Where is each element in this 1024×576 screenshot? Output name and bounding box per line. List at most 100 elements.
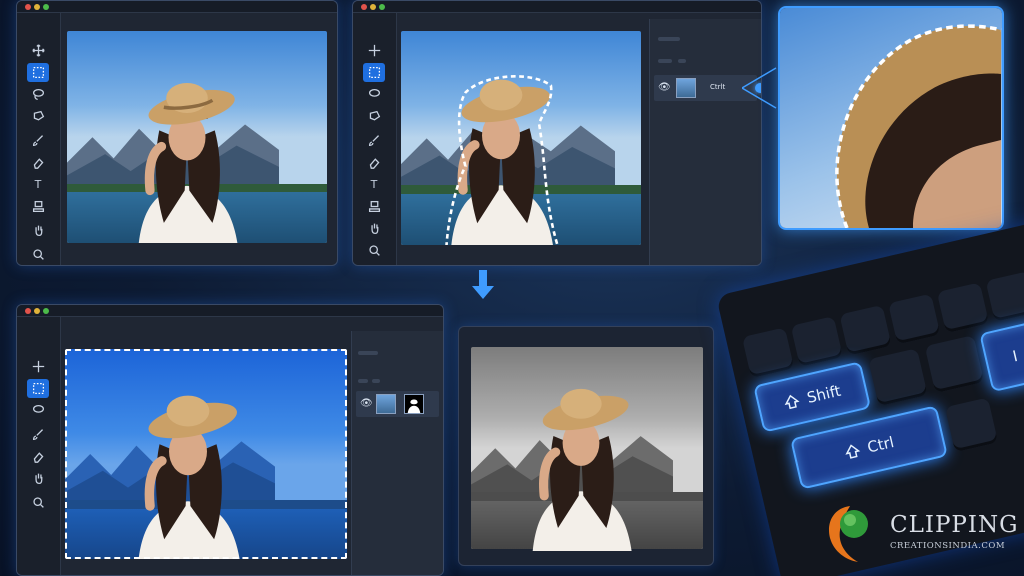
panel-tab[interactable] — [358, 351, 378, 355]
brand-logo[interactable]: CLIPPING CREATIONSINDIA.COM — [820, 498, 1020, 568]
close-dot[interactable] — [361, 4, 367, 10]
key[interactable] — [985, 271, 1024, 322]
zoom-tool[interactable] — [27, 245, 49, 264]
panel-control[interactable] — [678, 59, 686, 63]
hand-tool[interactable] — [27, 469, 49, 488]
lasso-tool[interactable] — [27, 85, 49, 104]
key[interactable] — [944, 397, 999, 453]
layer-thumbnail — [376, 394, 396, 414]
tool-panel: T — [353, 13, 397, 265]
mask-silhouette — [407, 399, 421, 413]
maximize-dot[interactable] — [43, 4, 49, 10]
move-icon — [31, 44, 45, 57]
shift-label: Shift — [805, 381, 843, 407]
eye-icon[interactable]: 👁 — [360, 398, 373, 409]
layer-mask-thumbnail — [404, 394, 424, 414]
arrow-down-icon — [472, 270, 494, 299]
zoom-tool[interactable] — [363, 241, 385, 260]
panel-control[interactable] — [358, 379, 368, 383]
marquee-tool[interactable] — [27, 63, 49, 82]
key[interactable] — [936, 282, 990, 334]
photo-canvas[interactable] — [67, 31, 327, 243]
layer-name: Ctrlt — [710, 83, 726, 91]
eraser-tool[interactable] — [27, 447, 49, 466]
marquee-tool[interactable] — [27, 379, 49, 398]
brush-icon — [32, 429, 43, 441]
move-tool[interactable] — [27, 357, 49, 376]
maximize-dot[interactable] — [379, 4, 385, 10]
title-bar — [17, 1, 337, 13]
brush-tool[interactable] — [363, 131, 385, 150]
eraser-icon — [369, 158, 379, 169]
key[interactable] — [741, 327, 795, 379]
panel-control[interactable] — [372, 379, 380, 383]
key[interactable] — [868, 348, 928, 407]
layers-panel: 👁 — [351, 331, 443, 575]
hand-tool[interactable] — [363, 219, 385, 238]
eye-icon[interactable]: 👁 — [658, 82, 671, 93]
photo-canvas[interactable] — [401, 31, 641, 245]
minimize-dot[interactable] — [370, 4, 376, 10]
layer-row[interactable]: 👁 — [356, 391, 439, 417]
text-icon: T — [370, 178, 378, 191]
brush-icon — [368, 135, 379, 147]
panel-control[interactable] — [658, 59, 672, 63]
woman-figure-color — [532, 388, 632, 551]
brush-tool[interactable] — [27, 425, 49, 444]
close-dot[interactable] — [25, 308, 31, 314]
minimize-dot[interactable] — [34, 308, 40, 314]
logo-title: CLIPPING — [890, 512, 1019, 538]
stamp-tool[interactable] — [27, 197, 49, 216]
key[interactable] — [924, 335, 985, 394]
text-tool[interactable]: T — [27, 175, 49, 194]
hand-icon — [370, 223, 378, 235]
logo-subtitle: CREATIONSINDIA.COM — [890, 541, 1006, 551]
i-label: I — [1011, 346, 1020, 366]
text-tool[interactable]: T — [363, 175, 385, 194]
eraser-tool[interactable] — [27, 153, 49, 172]
editor-window-masked: 👁 — [16, 304, 444, 576]
minimize-dot[interactable] — [34, 4, 40, 10]
zoom-tool[interactable] — [27, 493, 49, 512]
key[interactable] — [839, 304, 892, 356]
zoom-connector — [742, 67, 777, 109]
key[interactable] — [790, 316, 843, 367]
marquee-tool[interactable] — [363, 63, 385, 82]
i-key[interactable]: I — [979, 320, 1024, 393]
brush-icon — [32, 135, 43, 147]
brush-tool[interactable] — [27, 131, 49, 150]
hand-icon — [34, 225, 42, 237]
tool-panel — [17, 317, 61, 575]
ctrl-label: Ctrl — [865, 432, 896, 457]
lasso-icon — [368, 88, 380, 97]
maximize-dot[interactable] — [43, 308, 49, 314]
title-bar — [353, 1, 761, 13]
move-tool[interactable] — [363, 41, 385, 60]
editor-window-selection: T 👁 Ctrlt — [352, 0, 762, 266]
polygon-lasso-tool[interactable] — [27, 107, 49, 126]
move-icon — [368, 44, 380, 57]
logo-mark-icon — [828, 506, 868, 562]
lasso-icon — [32, 404, 44, 413]
eraser-tool[interactable] — [363, 153, 385, 172]
hand-icon — [34, 473, 42, 485]
polygon-lasso-tool[interactable] — [363, 107, 385, 126]
marquee-selection[interactable] — [65, 349, 347, 559]
marquee-icon — [32, 66, 44, 79]
move-tool[interactable] — [27, 41, 49, 60]
eraser-icon — [33, 452, 43, 463]
zoom-icon — [32, 497, 44, 508]
hand-tool[interactable] — [27, 221, 49, 240]
layer-thumbnail — [676, 78, 696, 98]
close-dot[interactable] — [25, 4, 31, 10]
zoom-icon — [32, 249, 44, 260]
lasso-tool[interactable] — [27, 401, 49, 420]
key[interactable] — [888, 293, 941, 345]
photo-canvas[interactable] — [65, 349, 347, 559]
zoom-icon — [368, 245, 380, 256]
lasso-tool[interactable] — [363, 85, 385, 104]
panel-tab[interactable] — [658, 37, 680, 41]
stamp-tool[interactable] — [363, 197, 385, 216]
editor-window-original: T — [16, 0, 338, 266]
result-frame — [458, 326, 714, 566]
